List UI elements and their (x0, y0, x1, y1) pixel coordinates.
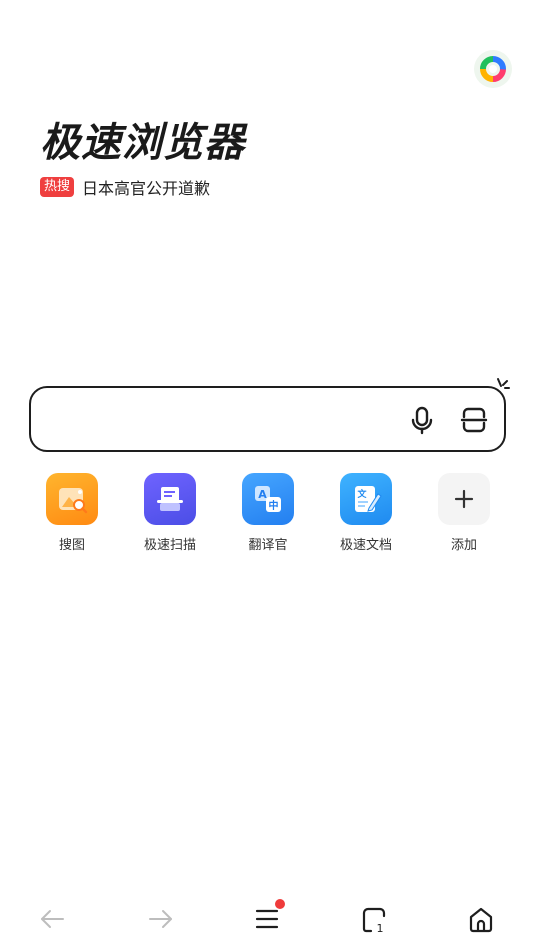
shortcut-grid: 搜图 极速扫描 A 中 翻译官 文 极速文档 添加 (23, 473, 513, 555)
bottom-navigation: 1 (0, 895, 535, 945)
voice-search-button[interactable] (407, 405, 437, 435)
search-input[interactable] (49, 400, 393, 440)
translate-icon: A 中 (242, 473, 294, 525)
tabs-button[interactable]: 1 (354, 899, 394, 939)
shortcut-add[interactable]: 添加 (415, 473, 513, 555)
tabs-icon: 1 (362, 907, 386, 934)
shortcut-label: 极速文档 (339, 538, 392, 553)
shortcut-scanner[interactable]: 极速扫描 (121, 473, 219, 555)
scan-icon (460, 407, 488, 433)
hot-search-row[interactable]: 热搜 日本高官公开道歉 (40, 176, 210, 198)
forward-button[interactable] (141, 899, 181, 939)
shortcut-document[interactable]: 文 极速文档 (317, 473, 415, 555)
menu-icon (255, 909, 279, 929)
svg-text:A: A (258, 488, 267, 501)
back-button[interactable] (32, 899, 72, 939)
tabs-count: 1 (377, 922, 384, 934)
shortcut-label: 极速扫描 (143, 538, 196, 553)
colorful-ring-icon (480, 56, 506, 82)
shortcut-image-search[interactable]: 搜图 (23, 473, 121, 555)
image-search-icon (46, 473, 98, 525)
hot-search-badge: 热搜 (40, 177, 75, 197)
scan-button[interactable] (459, 405, 489, 435)
account-avatar[interactable] (474, 50, 512, 88)
forward-arrow-icon (149, 910, 172, 928)
browser-home-page: 极速浏览器 热搜 日本高官公开道歉 搜图 极速扫描 A 中 翻译官 文 极速文档… (0, 0, 535, 951)
microphone-icon (411, 406, 433, 435)
shortcut-label: 添加 (450, 538, 477, 553)
scanner-icon (144, 473, 196, 525)
home-button[interactable] (461, 899, 501, 939)
brand-title: 极速浏览器 (40, 120, 245, 166)
shortcut-label: 搜图 (58, 538, 85, 553)
notification-dot (275, 899, 285, 909)
document-icon: 文 (340, 473, 392, 525)
back-arrow-icon (41, 910, 64, 928)
shortcut-label: 翻译官 (248, 538, 288, 553)
hot-search-text[interactable]: 日本高官公开道歉 (82, 175, 210, 199)
shortcut-translator[interactable]: A 中 翻译官 (219, 473, 317, 555)
search-box[interactable] (29, 386, 506, 452)
menu-button[interactable] (247, 899, 287, 939)
svg-text:文: 文 (356, 488, 367, 500)
home-icon (469, 907, 493, 933)
svg-text:中: 中 (269, 499, 279, 512)
plus-icon (438, 473, 490, 525)
